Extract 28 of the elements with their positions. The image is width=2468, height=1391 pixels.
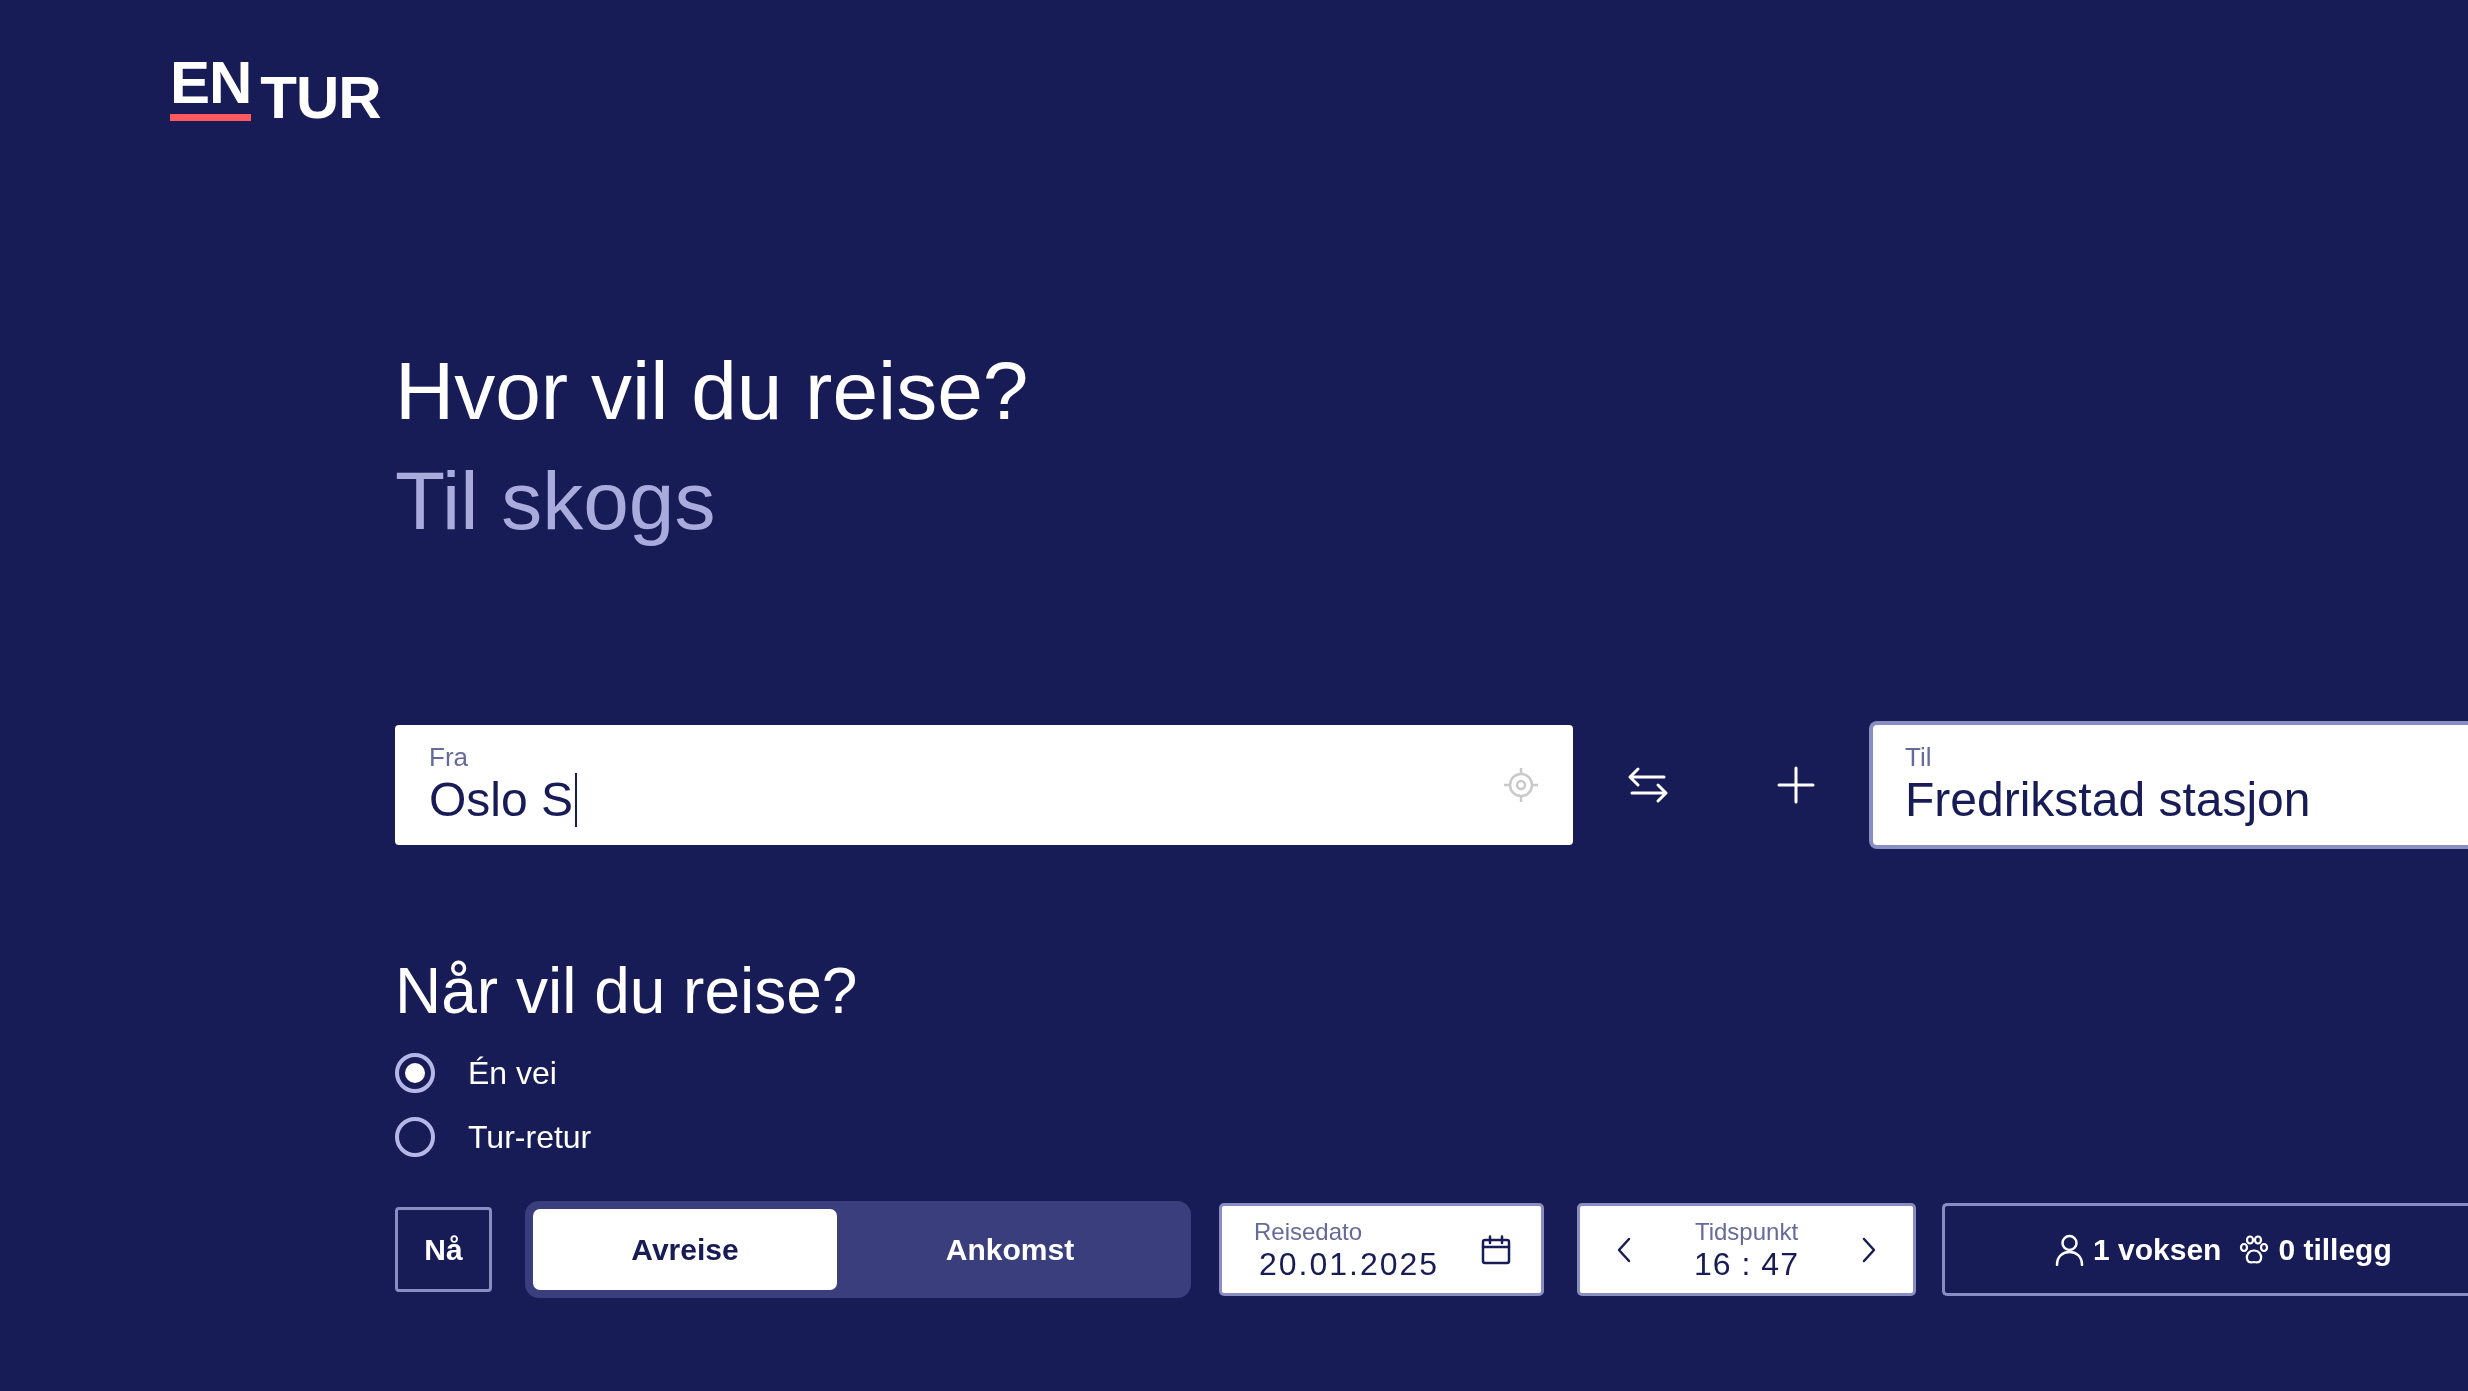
radio-button[interactable] — [395, 1053, 435, 1093]
text-cursor-icon — [575, 773, 578, 827]
page-heading: Hvor vil du reise? — [395, 344, 1029, 438]
chevron-left-icon[interactable] — [1616, 1236, 1632, 1263]
section-heading: Når vil du reise? — [395, 954, 858, 1029]
field-label: Til — [1905, 742, 1933, 772]
calendar-icon[interactable] — [1481, 1234, 1511, 1265]
travellers-button[interactable]: 1 voksen 0 tillegg — [1942, 1203, 2468, 1296]
field-label: Reisedato — [1254, 1217, 1364, 1246]
to-field[interactable]: Til Fredrikstad stasjon — [1869, 721, 2468, 849]
field-label: Fra — [429, 742, 469, 772]
person-icon — [2055, 1233, 2084, 1266]
radio-label: Én vei — [468, 1054, 557, 1093]
plus-icon[interactable] — [1777, 766, 1815, 804]
time-field[interactable]: Tidspunkt 16 : 47 — [1577, 1203, 1916, 1296]
field-label: Tidspunkt — [1694, 1217, 1799, 1246]
from-field[interactable]: Fra Oslo S — [395, 725, 1573, 845]
now-button[interactable]: Nå — [395, 1207, 492, 1292]
swap-arrows-icon[interactable] — [1626, 766, 1670, 804]
heading-tagline: Til skogs — [395, 454, 717, 548]
segment-button[interactable]: Avreise — [533, 1209, 837, 1290]
chevron-right-icon[interactable] — [1861, 1236, 1877, 1263]
logo[interactable]: ENTUR — [170, 53, 381, 128]
radio-button[interactable] — [395, 1117, 435, 1157]
date-field[interactable]: Reisedato 20.01.2025 — [1219, 1203, 1544, 1296]
segment-button[interactable]: Ankomst — [837, 1209, 1183, 1290]
paw-icon — [2239, 1234, 2270, 1265]
radio-label: Tur-retur — [468, 1118, 592, 1157]
